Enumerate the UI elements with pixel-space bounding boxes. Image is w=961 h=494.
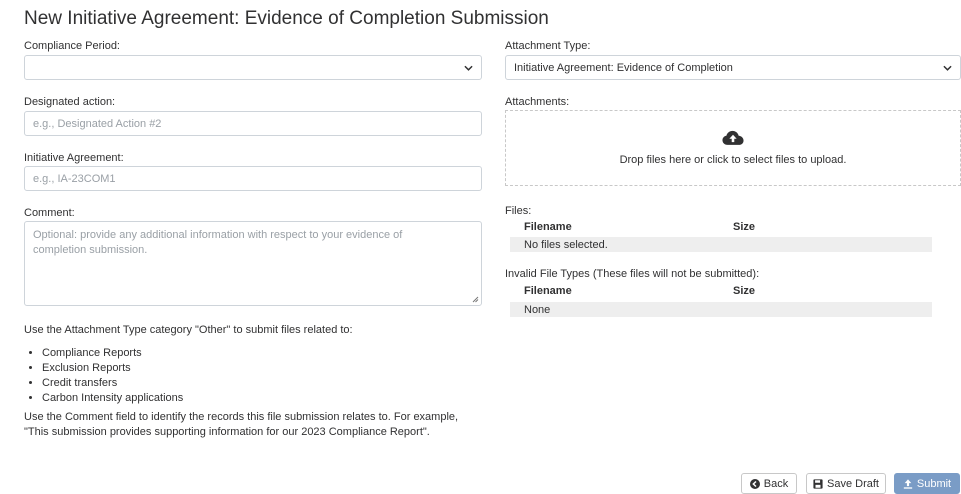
chevron-down-icon xyxy=(943,65,952,71)
cloud-upload-icon xyxy=(722,130,744,145)
files-label: Files: xyxy=(505,205,532,217)
initiative-agreement-label: Initiative Agreement: xyxy=(24,152,124,164)
back-button[interactable]: Back xyxy=(741,473,797,494)
invalid-none-text: None xyxy=(524,303,551,316)
designated-action-input[interactable]: e.g., Designated Action #2 xyxy=(24,111,482,136)
submit-label: Submit xyxy=(916,477,952,490)
table-row: No files selected. xyxy=(510,237,932,252)
help-intro: Use the Attachment Type category "Other"… xyxy=(24,324,353,336)
arrow-left-circle-icon xyxy=(749,478,760,489)
save-draft-button[interactable]: Save Draft xyxy=(806,473,886,494)
attachment-type-label: Attachment Type: xyxy=(505,40,591,52)
list-item: Compliance Reports xyxy=(42,346,324,361)
list-item: Exclusion Reports xyxy=(42,361,324,376)
attachments-label: Attachments: xyxy=(505,96,570,108)
designated-action-placeholder: e.g., Designated Action #2 xyxy=(33,117,162,130)
files-size-header: Size xyxy=(733,221,756,233)
invalid-filename-header: Filename xyxy=(524,285,572,297)
compliance-period-select[interactable] xyxy=(24,55,482,80)
files-filename-header: Filename xyxy=(524,221,572,233)
invalid-size-header: Size xyxy=(733,285,756,297)
comment-textarea[interactable]: Optional: provide any additional informa… xyxy=(24,221,482,306)
attachment-type-value: Initiative Agreement: Evidence of Comple… xyxy=(514,61,733,74)
save-draft-label: Save Draft xyxy=(827,477,879,490)
list-item: Carbon Intensity applications xyxy=(42,391,324,406)
resize-handle-icon[interactable] xyxy=(472,296,479,303)
save-icon xyxy=(813,478,823,489)
upload-icon xyxy=(903,478,913,489)
initiative-agreement-placeholder: e.g., IA-23COM1 xyxy=(33,172,116,185)
back-label: Back xyxy=(763,477,789,490)
initiative-agreement-input[interactable]: e.g., IA-23COM1 xyxy=(24,166,482,191)
file-dropzone[interactable]: Drop files here or click to select files… xyxy=(505,110,961,186)
table-row: None xyxy=(510,302,932,317)
chevron-down-icon xyxy=(464,65,473,71)
invalid-files-label: Invalid File Types (These files will not… xyxy=(505,268,760,280)
comment-label: Comment: xyxy=(24,207,75,219)
dropzone-text: Drop files here or click to select files… xyxy=(619,154,847,166)
no-files-text: No files selected. xyxy=(524,238,608,251)
help-comment-note: Use the Comment field to identify the re… xyxy=(24,411,459,438)
comment-placeholder: Optional: provide any additional informa… xyxy=(33,229,403,256)
list-item: Credit transfers xyxy=(42,376,324,391)
page-title: New Initiative Agreement: Evidence of Co… xyxy=(24,8,549,29)
attachment-type-select[interactable]: Initiative Agreement: Evidence of Comple… xyxy=(505,55,961,80)
submit-button[interactable]: Submit xyxy=(894,473,960,494)
designated-action-label: Designated action: xyxy=(24,96,116,108)
compliance-period-label: Compliance Period: xyxy=(24,40,120,52)
help-list: Compliance Reports Exclusion Reports Cre… xyxy=(24,346,324,406)
